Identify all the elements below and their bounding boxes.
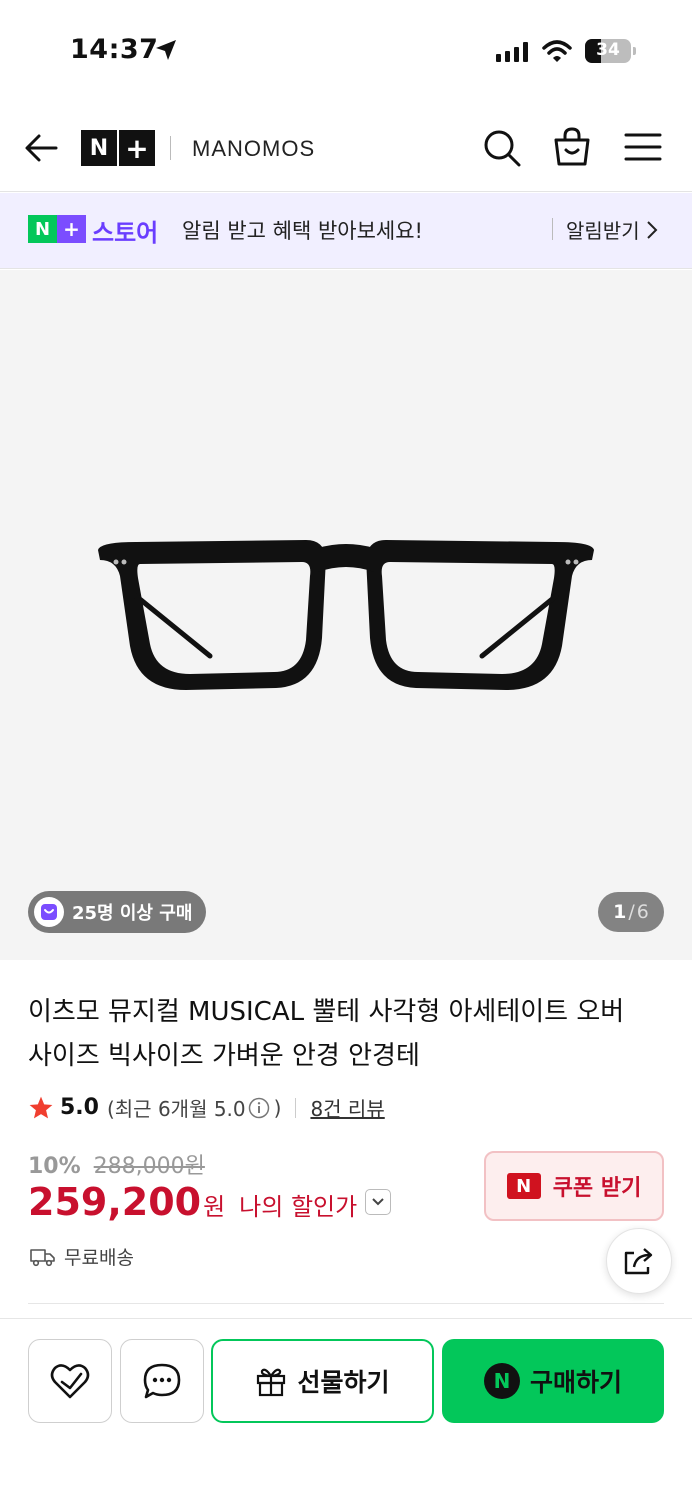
notification-banner[interactable]: N + 스토어 알림 받고 혜택 받아보세요! 알림받기 [0, 193, 692, 269]
shipping-info: 무료배송 [30, 1243, 134, 1270]
shipping-label: 무료배송 [64, 1247, 134, 1269]
hamburger-menu-icon[interactable] [624, 132, 662, 162]
image-pager: 1 / 6 [598, 892, 664, 932]
status-time: 14:37 [70, 34, 159, 65]
price-currency: 원 [203, 1193, 226, 1221]
subscribe-alerts-label: 알림받기 [566, 219, 640, 243]
share-icon [624, 1248, 653, 1275]
gift-button[interactable]: 선물하기 [211, 1339, 434, 1423]
sale-price: 259,200 [28, 1180, 202, 1224]
store-header: N + MANOMOS [0, 100, 692, 192]
subscribe-alerts-button[interactable]: 알림받기 [566, 215, 658, 244]
info-icon[interactable] [248, 1097, 270, 1119]
pager-total: 6 [636, 901, 649, 923]
star-icon [29, 1096, 53, 1118]
discount-rate: 10% [28, 1154, 81, 1179]
coupon-button[interactable]: N 쿠폰 받기 [484, 1151, 664, 1221]
share-button[interactable] [606, 1228, 672, 1294]
buy-label: 구매하기 [529, 1368, 622, 1397]
chat-bubble-icon [143, 1363, 181, 1399]
naver-plus-logo[interactable]: N + [81, 130, 155, 166]
battery-indicator: 34 [585, 39, 631, 63]
divider [28, 1303, 664, 1304]
buyers-count-text: 25명 이상 구매 [72, 903, 193, 924]
bottom-action-bar: 선물하기 N 구매하기 [0, 1318, 692, 1500]
chevron-down-icon [372, 1198, 384, 1206]
logo-n: N [81, 130, 117, 166]
price-details-toggle[interactable] [365, 1189, 392, 1215]
logo-plus: + [119, 130, 155, 166]
recent-rating: (최근 6개월 5.0 [106, 1097, 246, 1121]
product-title: 이츠모 뮤지컬 MUSICAL 뿔테 사각형 아세테이트 오버사이즈 빅사이즈 … [28, 997, 625, 1071]
truck-icon [30, 1248, 55, 1266]
talk-button[interactable] [120, 1339, 204, 1423]
brand-name[interactable]: MANOMOS [192, 136, 315, 162]
store-label: 스토어 [92, 219, 159, 247]
notice-message: 알림 받고 혜택 받아보세요! [182, 219, 423, 243]
rating-score: 5.0 [60, 1095, 99, 1120]
rating-summary: 5.0 (최근 6개월 5.0 ) 8건 리뷰 [28, 1093, 385, 1122]
naver-pay-icon: N [483, 1363, 520, 1399]
header-divider [170, 136, 171, 160]
naver-plus-store-badge: N + [28, 215, 86, 243]
naver-coupon-icon: N [506, 1173, 541, 1199]
product-photo-glasses [98, 540, 594, 690]
battery-level: 34 [596, 40, 620, 60]
product-image-gallery[interactable]: 25명 이상 구매 1 / 6 [0, 270, 692, 960]
sale-price-row: 259,200 원 나의 할인가 [28, 1180, 392, 1224]
original-price-row: 10% 288,000원 [28, 1148, 205, 1180]
heart-check-icon [50, 1364, 90, 1399]
gift-icon [257, 1368, 286, 1397]
gift-label: 선물하기 [297, 1368, 390, 1397]
search-icon[interactable] [482, 128, 522, 168]
original-price: 288,000원 [93, 1154, 205, 1179]
buy-button[interactable]: N 구매하기 [442, 1339, 664, 1423]
cellular-signal-icon [496, 42, 528, 62]
review-count-link[interactable]: 8건 리뷰 [310, 1093, 384, 1122]
my-discount-label: 나의 할인가 [239, 1193, 358, 1221]
wishlist-button[interactable] [28, 1339, 112, 1423]
shopping-bag-badge-icon [34, 897, 64, 927]
coupon-label: 쿠폰 받기 [552, 1176, 642, 1201]
wifi-icon [542, 40, 572, 62]
shopping-bag-icon[interactable] [552, 126, 592, 168]
location-arrow-icon [156, 40, 176, 60]
buyers-count-badge: 25명 이상 구매 [28, 891, 207, 933]
pager-current: 1 [613, 901, 627, 923]
chevron-right-icon [646, 220, 658, 239]
status-bar: 14:37 34 [0, 0, 692, 100]
back-arrow-icon[interactable] [22, 130, 60, 166]
